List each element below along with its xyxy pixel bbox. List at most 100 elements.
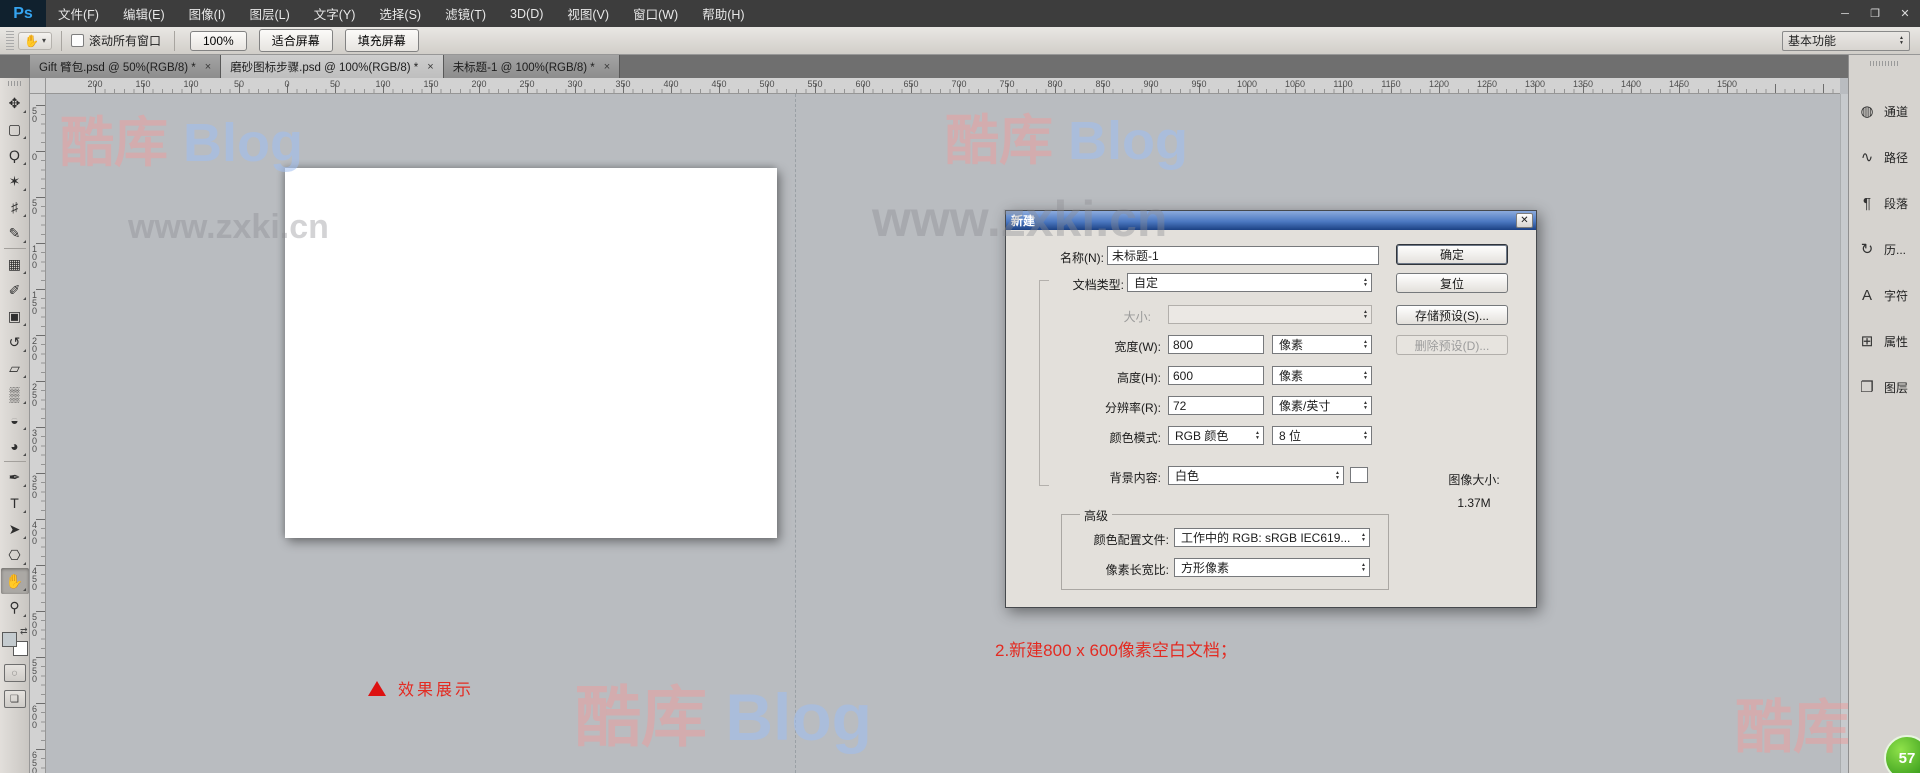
workspace-select[interactable]: 基本功能	[1782, 31, 1910, 51]
crop-tool-icon[interactable]: ♯	[1, 194, 29, 220]
resolution-unit-select[interactable]: 像素/英寸	[1272, 396, 1372, 415]
type-tool-icon[interactable]: T	[1, 490, 29, 516]
name-label: 名称(N):	[1014, 249, 1104, 266]
zoom-100-button[interactable]: 100%	[190, 31, 247, 51]
menu-item-2[interactable]: 图像(I)	[177, 0, 238, 27]
menu-item-5[interactable]: 选择(S)	[367, 0, 433, 27]
dialog-body: 名称(N): 未标题-1 文档类型: 自定 大小: 宽度(W): 800 像素 …	[1006, 230, 1536, 609]
screen-mode-button[interactable]: ❏	[4, 690, 26, 708]
document-tab-1[interactable]: 磨砂图标步骤.psd @ 100%(RGB/8) * ×	[221, 55, 444, 78]
hand-tool-icon: ✋	[24, 34, 39, 48]
dialog-close-icon[interactable]: ✕	[1516, 213, 1533, 228]
background-color-swatch[interactable]	[1350, 467, 1368, 483]
dialog-title-bar[interactable]: 新建 ✕	[1006, 211, 1536, 230]
panel-item-3[interactable]: ↻历...	[1849, 226, 1920, 272]
advanced-group: 高级	[1061, 514, 1389, 590]
fill-screen-button[interactable]: 填充屏幕	[345, 29, 419, 52]
resolution-input[interactable]: 72	[1168, 396, 1264, 415]
color-profile-label: 颜色配置文件:	[1026, 531, 1169, 548]
swap-colors-icon[interactable]: ⇄	[20, 626, 28, 637]
dropdown-arrows-icon	[1899, 36, 1904, 46]
move-tool-icon[interactable]: ✥	[1, 90, 29, 116]
height-input[interactable]: 600	[1168, 366, 1264, 385]
ruler-label: 50	[32, 107, 37, 123]
color-profile-select[interactable]: 工作中的 RGB: sRGB IEC619...	[1174, 528, 1370, 547]
quick-mask-button[interactable]: ◌	[4, 664, 26, 682]
close-icon[interactable]: ✕	[1890, 0, 1920, 27]
panel-item-label: 通道	[1884, 103, 1908, 120]
zoom-tool-icon[interactable]: ⚲	[1, 594, 29, 620]
tab-close-icon[interactable]: ×	[427, 61, 433, 73]
menu-bar: Ps 文件(F)编辑(E)图像(I)图层(L)文字(Y)选择(S)滤镜(T)3D…	[0, 0, 1920, 27]
resolution-label: 分辨率(R):	[1051, 399, 1161, 416]
panel-item-0[interactable]: ◍通道	[1849, 88, 1920, 134]
menu-item-3[interactable]: 图层(L)	[237, 0, 301, 27]
menu-item-9[interactable]: 窗口(W)	[621, 0, 690, 27]
document-canvas[interactable]	[285, 168, 777, 538]
blur-tool-icon[interactable]: ◒	[1, 407, 29, 433]
lasso-tool-icon[interactable]: Ϙ	[1, 142, 29, 168]
ruler-label: 700	[951, 79, 966, 89]
panel-item-1[interactable]: ∿路径	[1849, 134, 1920, 180]
width-input[interactable]: 800	[1168, 335, 1264, 354]
shape-tool-icon[interactable]: ⎔	[1, 542, 29, 568]
dropdown-arrows-icon	[1361, 563, 1366, 573]
width-unit-select[interactable]: 像素	[1272, 335, 1372, 354]
hand-tool-icon[interactable]: ✋	[1, 568, 29, 594]
healing-brush-tool-icon[interactable]: ▦	[1, 251, 29, 277]
magic-wand-tool-icon[interactable]: ✶	[1, 168, 29, 194]
panel-item-5[interactable]: ⊞属性	[1849, 318, 1920, 364]
divider	[61, 31, 62, 51]
eraser-tool-icon[interactable]: ▱	[1, 355, 29, 381]
document-tab-2[interactable]: 未标题-1 @ 100%(RGB/8) *×	[444, 55, 620, 78]
pen-tool-icon[interactable]: ✒	[1, 464, 29, 490]
brush-tool-icon[interactable]: ✐	[1, 277, 29, 303]
tab-close-icon[interactable]: ×	[205, 61, 211, 73]
save-preset-button[interactable]: 存储预设(S)...	[1396, 305, 1508, 325]
ruler-label: 0	[32, 153, 37, 161]
height-unit-select[interactable]: 像素	[1272, 366, 1372, 385]
ruler-label: 400	[663, 79, 678, 89]
maximize-icon[interactable]: ❐	[1860, 0, 1890, 27]
workspace-value: 基本功能	[1788, 32, 1836, 49]
tab-label: 磨砂图标步骤.psd @ 100%(RGB/8) *	[230, 59, 418, 75]
panel-item-4[interactable]: A字符	[1849, 272, 1920, 318]
clone-stamp-tool-icon[interactable]: ▣	[1, 303, 29, 329]
color-mode-select[interactable]: RGB 颜色	[1168, 426, 1264, 445]
menu-item-6[interactable]: 滤镜(T)	[433, 0, 498, 27]
scrollbar[interactable]	[1840, 94, 1848, 773]
foreground-color-swatch[interactable]	[2, 632, 17, 647]
menu-item-1[interactable]: 编辑(E)	[111, 0, 177, 27]
document-tab-0[interactable]: Gift 臂包.psd @ 50%(RGB/8) *×	[30, 55, 221, 78]
menu-item-10[interactable]: 帮助(H)	[690, 0, 756, 27]
tool-preset-button[interactable]: ✋ ▾	[18, 32, 52, 50]
ruler-label: 1200	[1429, 79, 1449, 89]
fit-screen-button[interactable]: 适合屏幕	[259, 29, 333, 52]
history-brush-tool-icon[interactable]: ↺	[1, 329, 29, 355]
minimize-icon[interactable]: ─	[1830, 0, 1860, 27]
name-input[interactable]: 未标题-1	[1107, 246, 1379, 265]
tab-close-icon[interactable]: ×	[604, 61, 610, 73]
pixel-aspect-select[interactable]: 方形像素	[1174, 558, 1370, 577]
bit-depth-select[interactable]: 8 位	[1272, 426, 1372, 445]
menu-item-7[interactable]: 3D(D)	[498, 0, 555, 27]
eyedropper-tool-icon[interactable]: ✎	[1, 220, 29, 246]
menu-item-4[interactable]: 文字(Y)	[302, 0, 368, 27]
path-select-tool-icon[interactable]: ➤	[1, 516, 29, 542]
doc-type-select[interactable]: 自定	[1127, 273, 1372, 292]
scroll-all-windows-checkbox[interactable]	[71, 34, 84, 47]
panel-item-2[interactable]: ¶段落	[1849, 180, 1920, 226]
marquee-tool-icon[interactable]: ▢	[1, 116, 29, 142]
reset-button[interactable]: 复位	[1396, 273, 1508, 293]
color-swatches: ⇄	[2, 626, 28, 656]
menu-item-0[interactable]: 文件(F)	[46, 0, 111, 27]
ruler-label: 100	[375, 79, 390, 89]
dodge-tool-icon[interactable]: ◕	[1, 433, 29, 459]
panel-item-6[interactable]: ❐图层	[1849, 364, 1920, 410]
resolution-unit-value: 像素/英寸	[1279, 397, 1330, 414]
menu-item-8[interactable]: 视图(V)	[555, 0, 621, 27]
ok-button[interactable]: 确定	[1396, 244, 1508, 265]
gradient-tool-icon[interactable]: ▒	[1, 381, 29, 407]
background-select[interactable]: 白色	[1168, 466, 1344, 485]
options-grip-icon	[6, 31, 14, 51]
